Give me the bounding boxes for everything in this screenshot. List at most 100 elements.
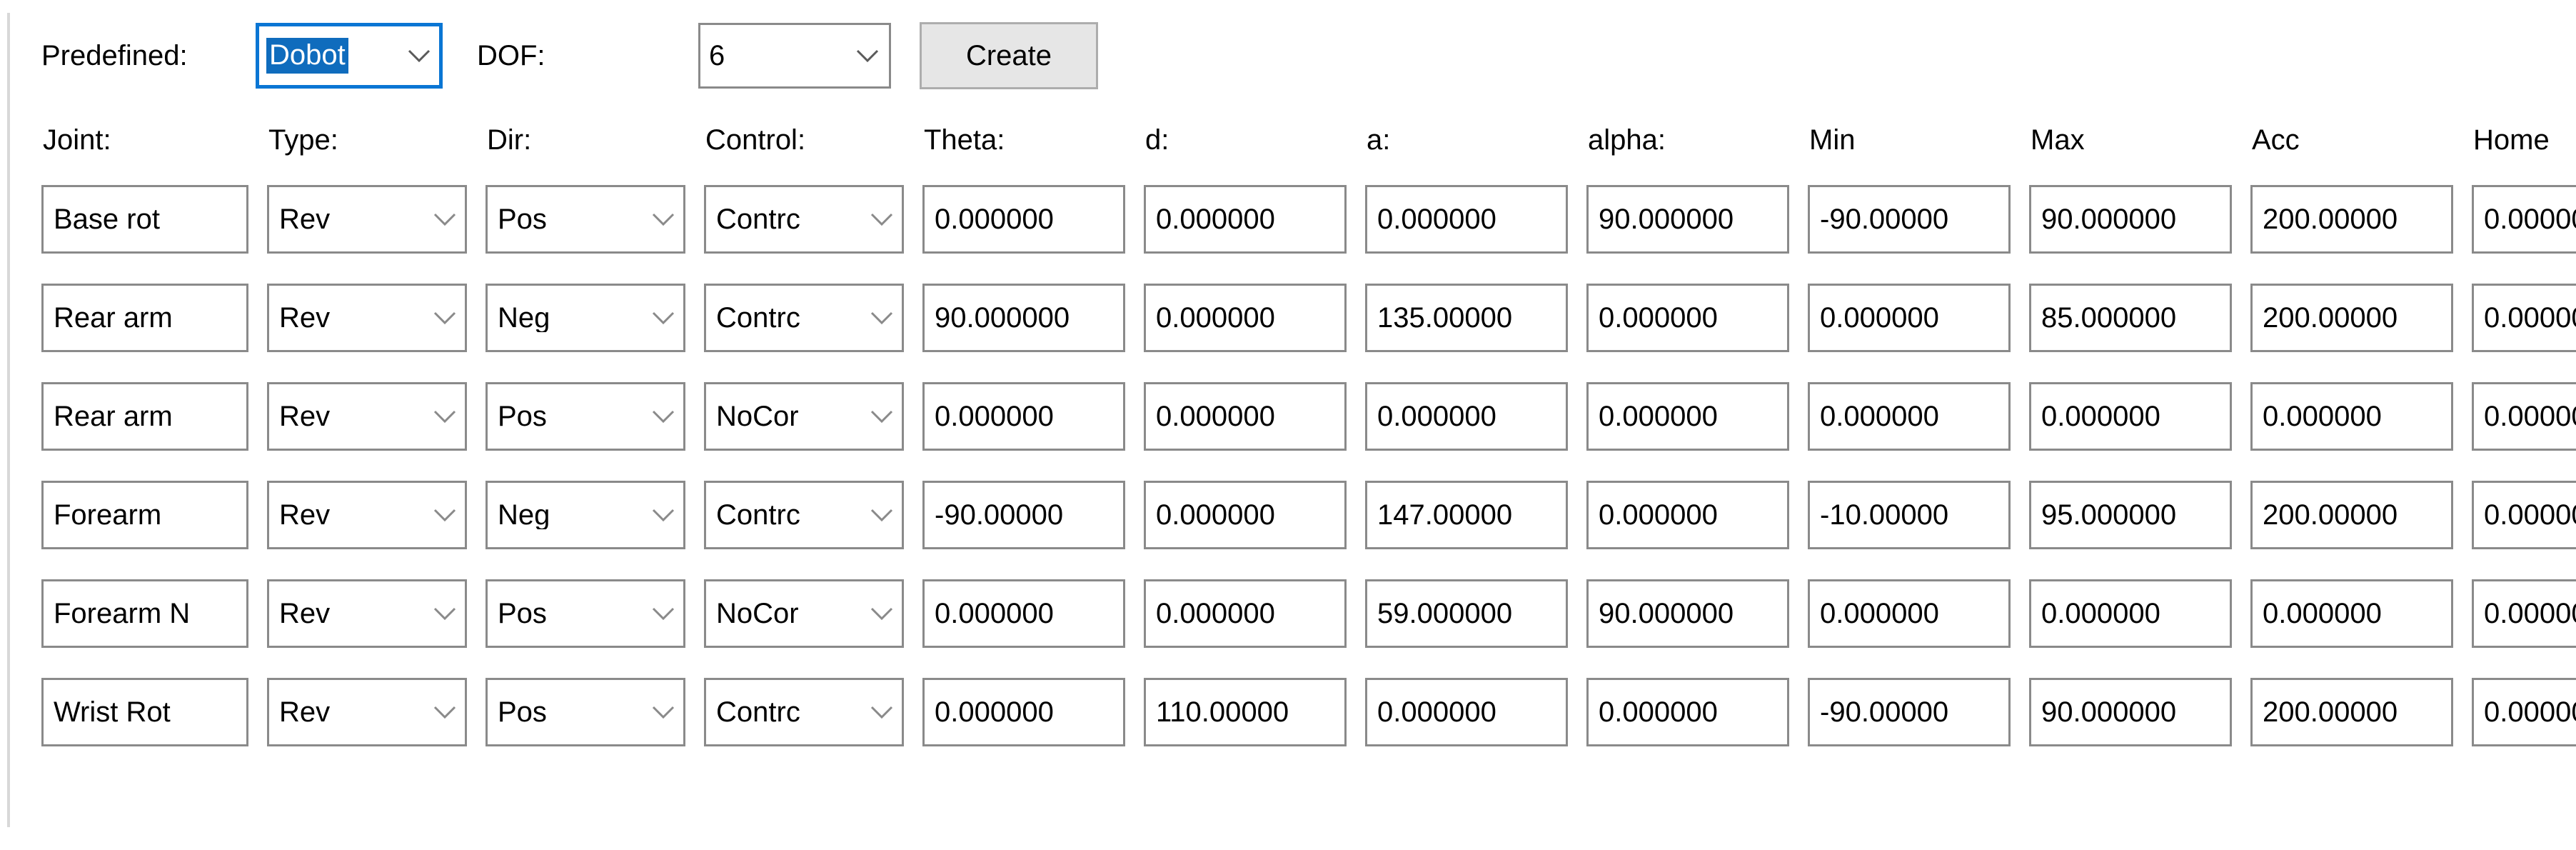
theta-input-2[interactable]: 0.000000 (922, 382, 1125, 451)
control-dropdown-3-cell: Contrc (704, 481, 904, 549)
chevron-down-icon[interactable] (867, 205, 896, 234)
acc-input-3[interactable]: 200.00000 (2250, 481, 2453, 549)
control-dropdown-5[interactable]: Contrc (704, 678, 904, 746)
type-dropdown-0-cell: Rev (267, 185, 467, 254)
chevron-down-icon[interactable] (649, 698, 678, 726)
theta-input-1[interactable]: 90.000000 (922, 284, 1125, 352)
joint-name-input-3[interactable]: Forearm (41, 481, 248, 549)
chevron-down-icon[interactable] (867, 698, 896, 726)
joint-name-input-0[interactable]: Base rot (41, 185, 248, 254)
max-input-4[interactable]: 0.000000 (2029, 579, 2232, 648)
chevron-down-icon[interactable] (649, 205, 678, 234)
chevron-down-icon[interactable] (649, 501, 678, 529)
control-dropdown-3[interactable]: Contrc (704, 481, 904, 549)
min-input-1[interactable]: 0.000000 (1808, 284, 2011, 352)
home-input-5[interactable]: 0.000000 (2472, 678, 2576, 746)
home-input-1[interactable]: 0.000000 (2472, 284, 2576, 352)
d-input-2[interactable]: 0.000000 (1144, 382, 1347, 451)
max-input-5[interactable]: 90.000000 (2029, 678, 2232, 746)
dir-dropdown-0[interactable]: Pos (485, 185, 685, 254)
predefined-combobox[interactable]: Dobot (256, 23, 443, 89)
a-input-3[interactable]: 147.00000 (1365, 481, 1568, 549)
alpha-input-3[interactable]: 0.000000 (1586, 481, 1789, 549)
type-dropdown-4[interactable]: Rev (267, 579, 467, 648)
min-input-3-cell: -10.00000 (1808, 481, 2011, 549)
control-dropdown-1[interactable]: Contrc (704, 284, 904, 352)
a-input-5[interactable]: 0.000000 (1365, 678, 1568, 746)
create-button[interactable]: Create (920, 22, 1098, 89)
d-input-5[interactable]: 110.00000 (1144, 678, 1347, 746)
home-input-4[interactable]: 0.000000 (2472, 579, 2576, 648)
a-input-2[interactable]: 0.000000 (1365, 382, 1568, 451)
joint-name-input-1[interactable]: Rear arm (41, 284, 248, 352)
dir-dropdown-3[interactable]: Neg (485, 481, 685, 549)
theta-input-0[interactable]: 0.000000 (922, 185, 1125, 254)
alpha-input-5[interactable]: 0.000000 (1586, 678, 1789, 746)
theta-input-3[interactable]: -90.00000 (922, 481, 1125, 549)
alpha-input-1[interactable]: 0.000000 (1586, 284, 1789, 352)
type-dropdown-5[interactable]: Rev (267, 678, 467, 746)
dir-dropdown-5[interactable]: Pos (485, 678, 685, 746)
theta-input-4[interactable]: 0.000000 (922, 579, 1125, 648)
joint-name-input-2[interactable]: Rear arm (41, 382, 248, 451)
acc-input-1[interactable]: 200.00000 (2250, 284, 2453, 352)
chevron-down-icon[interactable] (649, 304, 678, 332)
min-input-5[interactable]: -90.00000 (1808, 678, 2011, 746)
type-dropdown-1[interactable]: Rev (267, 284, 467, 352)
min-input-3[interactable]: -10.00000 (1808, 481, 2011, 549)
chevron-down-icon[interactable] (431, 205, 459, 234)
max-input-3[interactable]: 95.000000 (2029, 481, 2232, 549)
chevron-down-icon[interactable] (649, 402, 678, 431)
dof-combobox[interactable]: 6 (698, 23, 891, 89)
max-input-0[interactable]: 90.000000 (2029, 185, 2232, 254)
theta-input-5[interactable]: 0.000000 (922, 678, 1125, 746)
acc-input-4[interactable]: 0.000000 (2250, 579, 2453, 648)
min-input-4[interactable]: 0.000000 (1808, 579, 2011, 648)
chevron-down-icon[interactable] (867, 599, 896, 628)
joint-name-input-5[interactable]: Wrist Rot (41, 678, 248, 746)
chevron-down-icon[interactable] (405, 41, 433, 70)
acc-input-5[interactable]: 200.00000 (2250, 678, 2453, 746)
home-input-3[interactable]: 0.000000 (2472, 481, 2576, 549)
chevron-down-icon[interactable] (431, 599, 459, 628)
chevron-down-icon[interactable] (649, 599, 678, 628)
acc-input-0[interactable]: 200.00000 (2250, 185, 2453, 254)
joint-name-input-4[interactable]: Forearm N (41, 579, 248, 648)
acc-input-2[interactable]: 0.000000 (2250, 382, 2453, 451)
d-input-0[interactable]: 0.000000 (1144, 185, 1347, 254)
d-input-1[interactable]: 0.000000 (1144, 284, 1347, 352)
d-input-3[interactable]: 0.000000 (1144, 481, 1347, 549)
chevron-down-icon[interactable] (867, 304, 896, 332)
control-dropdown-4[interactable]: NoCor (704, 579, 904, 648)
type-dropdown-0[interactable]: Rev (267, 185, 467, 254)
min-input-0[interactable]: -90.00000 (1808, 185, 2011, 254)
chevron-down-icon[interactable] (867, 501, 896, 529)
d-input-4[interactable]: 0.000000 (1144, 579, 1347, 648)
chevron-down-icon[interactable] (853, 41, 882, 70)
dir-dropdown-1[interactable]: Neg (485, 284, 685, 352)
dir-dropdown-2[interactable]: Pos (485, 382, 685, 451)
type-dropdown-3[interactable]: Rev (267, 481, 467, 549)
min-input-2[interactable]: 0.000000 (1808, 382, 2011, 451)
max-input-2-value: 0.000000 (2041, 402, 2160, 431)
alpha-input-4[interactable]: 90.000000 (1586, 579, 1789, 648)
a-input-1[interactable]: 135.00000 (1365, 284, 1568, 352)
max-input-1[interactable]: 85.000000 (2029, 284, 2232, 352)
chevron-down-icon[interactable] (431, 501, 459, 529)
chevron-down-icon[interactable] (431, 698, 459, 726)
chevron-down-icon[interactable] (867, 402, 896, 431)
control-dropdown-2[interactable]: NoCor (704, 382, 904, 451)
home-input-2[interactable]: 0.000000 (2472, 382, 2576, 451)
home-input-0[interactable]: 0.000000 (2472, 185, 2576, 254)
chevron-down-icon[interactable] (431, 304, 459, 332)
chevron-down-icon[interactable] (431, 402, 459, 431)
max-input-4-value: 0.000000 (2041, 599, 2160, 628)
a-input-4[interactable]: 59.000000 (1365, 579, 1568, 648)
alpha-input-2[interactable]: 0.000000 (1586, 382, 1789, 451)
control-dropdown-0[interactable]: Contrc (704, 185, 904, 254)
type-dropdown-2[interactable]: Rev (267, 382, 467, 451)
dir-dropdown-4[interactable]: Pos (485, 579, 685, 648)
a-input-0[interactable]: 0.000000 (1365, 185, 1568, 254)
max-input-2[interactable]: 0.000000 (2029, 382, 2232, 451)
alpha-input-0[interactable]: 90.000000 (1586, 185, 1789, 254)
